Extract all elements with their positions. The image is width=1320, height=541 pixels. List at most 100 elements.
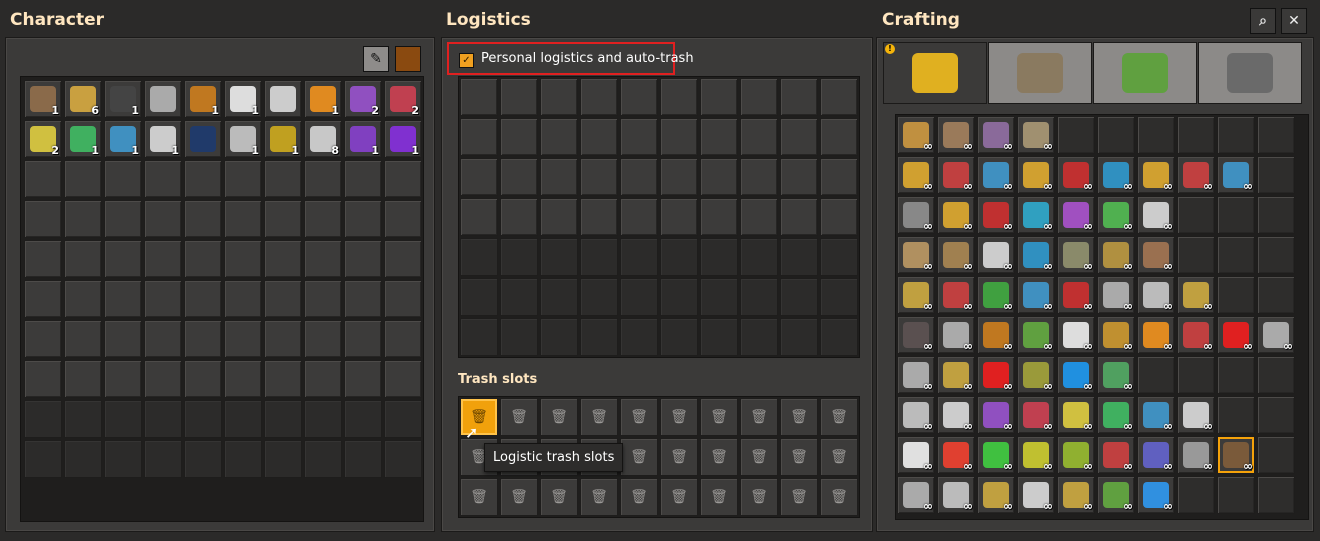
logistic-request-slot[interactable] <box>500 78 538 116</box>
logistic-request-slot[interactable] <box>740 78 778 116</box>
inventory-slot[interactable] <box>24 360 62 398</box>
recipe-slot[interactable]: ∞ <box>1137 196 1175 234</box>
inventory-slot[interactable] <box>304 320 342 358</box>
inventory-slot[interactable] <box>384 280 422 318</box>
recipe-slot[interactable]: ∞ <box>977 436 1015 474</box>
logistic-request-slot[interactable] <box>820 238 858 276</box>
recipe-slot[interactable]: ∞ <box>1097 196 1135 234</box>
recipe-slot[interactable]: ∞ <box>1177 156 1215 194</box>
recipe-slot[interactable]: ∞ <box>897 356 935 394</box>
inventory-slot[interactable]: 1 <box>104 80 142 118</box>
recipe-slot[interactable]: ∞ <box>1057 276 1095 314</box>
recipe-slot[interactable] <box>1257 156 1295 194</box>
inventory-slot[interactable] <box>144 440 182 478</box>
logistic-request-slot[interactable] <box>700 238 738 276</box>
recipe-slot[interactable]: ∞ <box>1137 156 1175 194</box>
logistic-request-slot[interactable] <box>820 278 858 316</box>
inventory-slot[interactable]: 1 <box>104 120 142 158</box>
logistic-request-slot[interactable] <box>780 198 818 236</box>
logistic-request-slot[interactable] <box>460 198 498 236</box>
logistic-request-slot[interactable] <box>780 158 818 196</box>
inventory-slot[interactable] <box>184 400 222 438</box>
inventory-slot[interactable] <box>144 400 182 438</box>
inventory-slot[interactable] <box>104 320 142 358</box>
recipe-slot[interactable]: ∞ <box>1177 396 1215 434</box>
recipe-slot[interactable]: ∞ <box>897 236 935 274</box>
inventory-slot[interactable] <box>184 440 222 478</box>
recipe-slot[interactable]: ∞ <box>897 476 935 514</box>
inventory-slot[interactable]: 2 <box>24 120 62 158</box>
logistic-request-slot[interactable] <box>580 78 618 116</box>
logistic-request-slot[interactable] <box>620 238 658 276</box>
recipe-slot[interactable] <box>1257 236 1295 274</box>
trash-slot[interactable]: 🗑 <box>540 398 578 436</box>
inventory-slot[interactable]: 1 <box>264 120 302 158</box>
inventory-slot[interactable]: 2 <box>344 80 382 118</box>
recipe-slot[interactable]: ∞ <box>1097 316 1135 354</box>
trash-slot[interactable]: 🗑 <box>660 438 698 476</box>
trash-slot[interactable]: 🗑 <box>700 478 738 516</box>
recipe-slot[interactable]: ∞ <box>1137 436 1175 474</box>
inventory-slot[interactable] <box>224 200 262 238</box>
inventory-slot[interactable] <box>344 160 382 198</box>
inventory-slot[interactable] <box>64 400 102 438</box>
recipe-slot[interactable]: ∞ <box>897 196 935 234</box>
logistic-request-slot[interactable] <box>500 278 538 316</box>
inventory-slot[interactable] <box>264 280 302 318</box>
logistic-request-slot[interactable] <box>620 118 658 156</box>
logistic-request-slot[interactable] <box>540 118 578 156</box>
inventory-slot[interactable] <box>64 440 102 478</box>
recipe-slot[interactable]: ∞ <box>1057 476 1095 514</box>
logistic-request-slot[interactable] <box>740 158 778 196</box>
inventory-slot[interactable]: 1 <box>144 120 182 158</box>
recipe-slot[interactable]: ∞ <box>1097 436 1135 474</box>
inventory-slot[interactable] <box>304 240 342 278</box>
inventory-slot[interactable] <box>264 440 302 478</box>
inventory-slot[interactable] <box>264 80 302 118</box>
trash-slot[interactable]: 🗑 <box>620 438 658 476</box>
recipe-slot[interactable] <box>1177 476 1215 514</box>
recipe-slot[interactable]: ∞ <box>1097 156 1135 194</box>
inventory-slot[interactable] <box>24 280 62 318</box>
inventory-slot[interactable] <box>224 400 262 438</box>
trash-slot[interactable]: 🗑 <box>540 478 578 516</box>
logistic-request-slot[interactable] <box>700 158 738 196</box>
logistic-request-slot[interactable] <box>780 78 818 116</box>
inventory-slot[interactable] <box>344 360 382 398</box>
trash-slot[interactable]: 🗑 <box>620 398 658 436</box>
trash-slot[interactable]: 🗑 <box>740 478 778 516</box>
recipe-slot[interactable]: ∞ <box>937 236 975 274</box>
recipe-slot[interactable] <box>1217 356 1255 394</box>
recipe-slot[interactable]: ∞ <box>1017 316 1055 354</box>
logistic-request-slot[interactable] <box>580 318 618 356</box>
recipe-slot[interactable]: ∞ <box>937 116 975 154</box>
recipe-slot[interactable]: ∞ <box>897 156 935 194</box>
logistic-request-slot[interactable] <box>740 318 778 356</box>
production-tab[interactable] <box>988 42 1092 104</box>
recipe-slot[interactable] <box>1257 196 1295 234</box>
recipe-slot[interactable]: ∞ <box>977 396 1015 434</box>
recipe-slot[interactable]: ∞ <box>977 476 1015 514</box>
logistic-request-slot[interactable] <box>580 118 618 156</box>
inventory-slot[interactable] <box>144 200 182 238</box>
recipe-slot[interactable]: ∞ <box>1017 196 1055 234</box>
logistic-request-slot[interactable] <box>700 78 738 116</box>
logistic-request-slot[interactable] <box>660 118 698 156</box>
logistic-request-slot[interactable] <box>500 158 538 196</box>
inventory-slot[interactable] <box>304 440 342 478</box>
logistic-request-slot[interactable] <box>500 318 538 356</box>
inventory-slot[interactable]: 8 <box>304 120 342 158</box>
logistic-request-slot[interactable] <box>660 278 698 316</box>
recipe-slot[interactable]: ∞ <box>1177 276 1215 314</box>
recipe-slot[interactable]: ∞ <box>897 436 935 474</box>
trash-slot[interactable]: 🗑 <box>620 478 658 516</box>
recipe-slot[interactable]: ∞ <box>937 196 975 234</box>
logistic-request-slot[interactable] <box>820 158 858 196</box>
recipe-slot[interactable]: ∞ <box>897 116 935 154</box>
trash-slot[interactable]: 🗑 <box>820 438 858 476</box>
logistic-request-slot[interactable] <box>620 278 658 316</box>
logistic-request-slot[interactable] <box>580 198 618 236</box>
logistic-request-slot[interactable] <box>620 158 658 196</box>
recipe-slot[interactable]: ∞ <box>1057 236 1095 274</box>
recipe-slot[interactable]: ∞ <box>1137 276 1175 314</box>
